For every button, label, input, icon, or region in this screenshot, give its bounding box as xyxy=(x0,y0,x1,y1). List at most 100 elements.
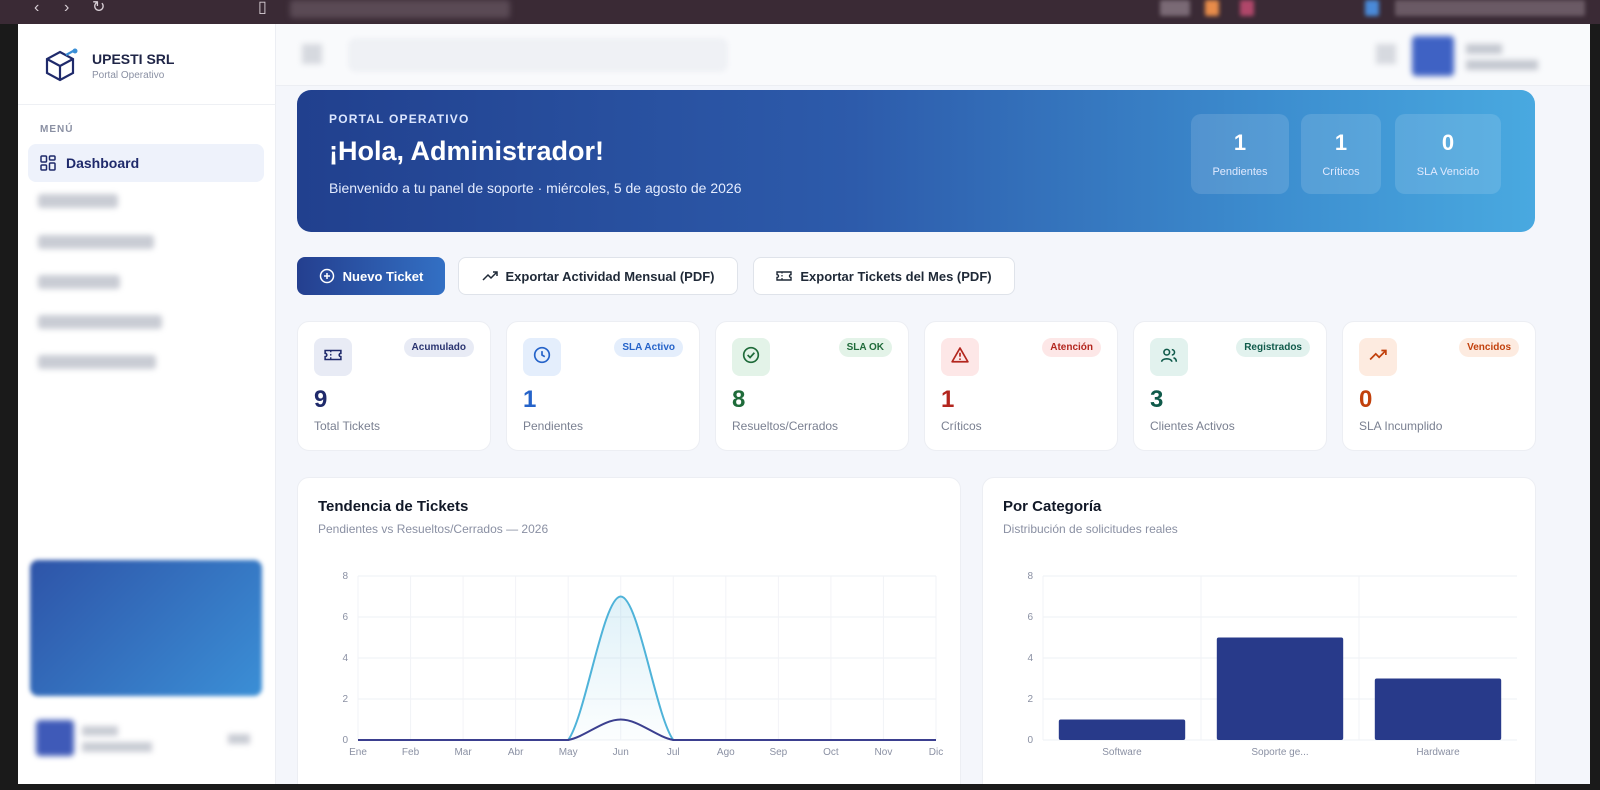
plus-circle-icon xyxy=(319,268,334,284)
bar[interactable] xyxy=(1058,719,1186,741)
x-tick-label: May xyxy=(559,747,578,758)
sidebar-item-dashboard[interactable]: Dashboard xyxy=(28,144,264,182)
trend-chart[interactable]: 0 2 4 6 8 Ene Feb Mar Abr May Jun Jul Ago Sep Oct Nov Di… xyxy=(298,478,962,784)
stat-value: 8 xyxy=(732,386,746,413)
hero-stat-label: SLA Vencido xyxy=(1416,166,1480,178)
avatar[interactable] xyxy=(1412,36,1454,76)
stat-card[interactable]: Acumulado 9 Total Tickets xyxy=(297,321,491,451)
x-tick-label: Jul xyxy=(667,747,680,758)
reload-icon[interactable]: ↻ xyxy=(92,0,105,20)
status-badge: Vencidos xyxy=(1459,338,1519,357)
divider xyxy=(18,104,276,105)
x-tick-label: Oct xyxy=(823,747,839,758)
trend-up-icon-box xyxy=(1359,338,1397,376)
account-role xyxy=(1466,60,1538,70)
stat-label: Resueltos/Cerrados xyxy=(732,419,839,433)
extension-icon[interactable] xyxy=(1365,0,1379,16)
menu-label: MENÚ xyxy=(40,124,74,135)
category-chart[interactable]: 0 2 4 6 8 Software Soporte ge... Hardware xyxy=(983,478,1537,784)
stat-value: 1 xyxy=(523,386,537,413)
user-name xyxy=(82,726,118,736)
stat-card[interactable]: Registrados 3 Clientes Activos xyxy=(1133,321,1327,451)
status-badge: SLA Activo xyxy=(614,338,683,357)
page-title: ¡Hola, Administrador! xyxy=(329,136,605,166)
clock-icon xyxy=(533,346,551,369)
user-menu-icon[interactable] xyxy=(228,734,250,744)
bookmark-icon[interactable]: ▯ xyxy=(258,0,267,20)
extension-icons[interactable] xyxy=(1395,0,1585,16)
new-ticket-button[interactable]: Nuevo Ticket xyxy=(297,257,445,295)
sidebar-item[interactable] xyxy=(38,194,118,208)
x-tick-label: Feb xyxy=(402,747,420,758)
stat-label: Pendientes xyxy=(523,419,584,433)
bar[interactable] xyxy=(1216,637,1344,741)
brand[interactable]: UPESTI SRL Portal Operativo xyxy=(40,46,174,86)
ticket-icon xyxy=(776,271,793,281)
y-tick-label: 2 xyxy=(1027,694,1033,705)
sidebar-item[interactable] xyxy=(38,355,156,369)
status-badge: Atención xyxy=(1042,338,1101,357)
check-circle-icon xyxy=(742,346,760,369)
x-tick-label: Abr xyxy=(508,747,524,758)
banner-eyebrow: PORTAL OPERATIVO xyxy=(329,112,470,126)
notification-icon[interactable] xyxy=(1376,44,1396,64)
search-input[interactable] xyxy=(348,38,728,72)
ticket-icon-box xyxy=(314,338,352,376)
sidebar-item[interactable] xyxy=(38,235,154,249)
stat-value: 1 xyxy=(941,386,955,413)
dashboard-grid-icon xyxy=(40,155,56,171)
hero-stat-label: Críticos xyxy=(1322,166,1360,178)
welcome-banner: PORTAL OPERATIVO ¡Hola, Administrador! B… xyxy=(297,90,1535,232)
sidebar-item[interactable] xyxy=(38,275,120,289)
stat-card[interactable]: Vencidos 0 SLA Incumplido xyxy=(1342,321,1536,451)
y-tick-label: 4 xyxy=(342,653,348,664)
stat-card[interactable]: SLA OK 8 Resueltos/Cerrados xyxy=(715,321,909,451)
sidebar-item-label: Dashboard xyxy=(66,155,140,171)
sidebar: UPESTI SRL Portal Operativo MENÚ Dashboa… xyxy=(18,24,276,784)
forward-icon[interactable]: › xyxy=(64,0,69,20)
trend-chart-panel: Tendencia de Tickets Pendientes vs Resue… xyxy=(297,477,961,784)
extension-icon[interactable] xyxy=(1240,0,1254,16)
address-bar[interactable] xyxy=(290,0,510,18)
y-tick-label: 2 xyxy=(342,694,348,705)
user-role xyxy=(82,742,152,752)
stat-card[interactable]: Atención 1 Críticos xyxy=(924,321,1118,451)
sidebar-item[interactable] xyxy=(38,315,162,329)
x-tick-label: Mar xyxy=(454,747,472,758)
topbar xyxy=(276,24,1590,86)
status-badge: SLA OK xyxy=(838,338,892,357)
stat-card[interactable]: SLA Activo 1 Pendientes xyxy=(506,321,700,451)
hero-stat-criticos: 1 Críticos xyxy=(1301,114,1381,194)
button-label: Exportar Tickets del Mes (PDF) xyxy=(800,268,992,284)
banner-subtitle: Bienvenido a tu panel de soporte · miérc… xyxy=(329,180,742,196)
y-tick-label: 8 xyxy=(1027,571,1033,582)
users-icon xyxy=(1160,346,1178,369)
x-tick-label: Software xyxy=(1102,747,1142,758)
y-tick-label: 6 xyxy=(342,612,348,623)
menu-toggle-icon[interactable] xyxy=(302,44,322,64)
brand-name: UPESTI SRL xyxy=(92,51,175,67)
cube-logo-icon xyxy=(45,48,78,82)
stat-label: Clientes Activos xyxy=(1150,419,1235,433)
trend-up-icon xyxy=(481,271,498,281)
back-icon[interactable]: ‹ xyxy=(34,0,39,20)
x-tick-label: Dic xyxy=(929,747,943,758)
promo-card[interactable] xyxy=(30,560,262,696)
stat-label: Total Tickets xyxy=(314,419,381,433)
button-label: Nuevo Ticket xyxy=(342,268,424,284)
bar[interactable] xyxy=(1374,678,1502,741)
warning-icon xyxy=(951,346,969,369)
warning-icon-box xyxy=(941,338,979,376)
y-tick-label: 6 xyxy=(1027,612,1033,623)
hero-stat-value: 1 xyxy=(1233,130,1247,155)
extension-icon[interactable] xyxy=(1160,0,1190,16)
extension-icon[interactable] xyxy=(1205,0,1219,16)
brand-subtitle: Portal Operativo xyxy=(92,70,165,81)
export-activity-button[interactable]: Exportar Actividad Mensual (PDF) xyxy=(458,257,738,295)
export-tickets-button[interactable]: Exportar Tickets del Mes (PDF) xyxy=(753,257,1015,295)
user-avatar[interactable] xyxy=(36,720,74,756)
status-badge: Acumulado xyxy=(403,338,474,357)
stat-label: SLA Incumplido xyxy=(1359,419,1443,433)
status-badge: Registrados xyxy=(1236,338,1310,357)
x-tick-label: Jun xyxy=(613,747,629,758)
